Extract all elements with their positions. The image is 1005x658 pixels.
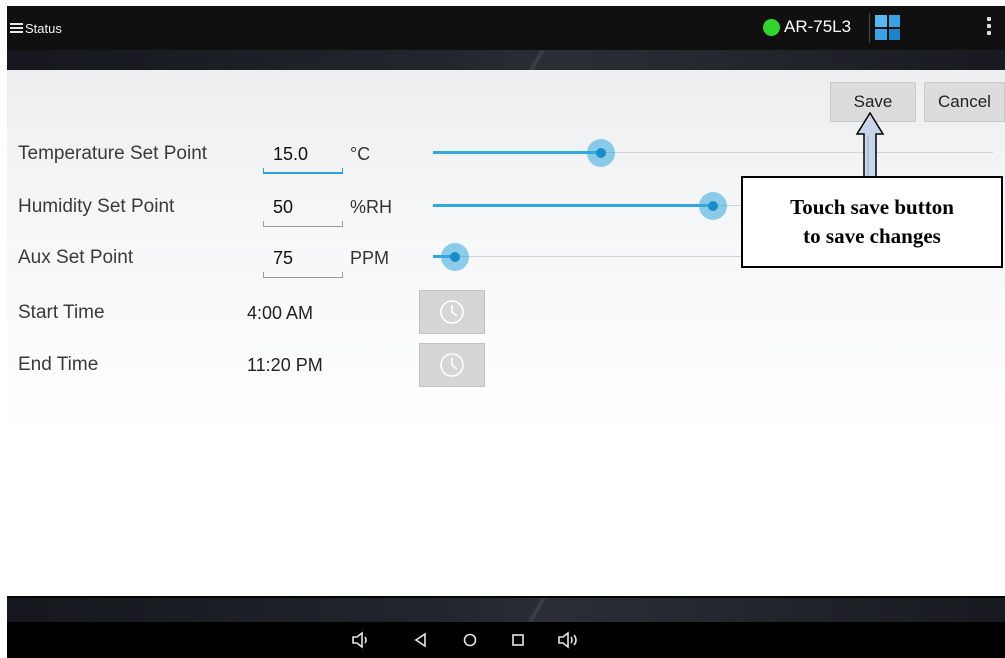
- clock-icon: [440, 300, 464, 324]
- start-time-value: 4:00 AM: [247, 303, 314, 323]
- temperature-setpoint-label: Temperature Set Point: [18, 143, 208, 164]
- overflow-menu-icon[interactable]: [985, 17, 993, 39]
- cancel-button[interactable]: Cancel: [924, 82, 1005, 122]
- status-menu-button[interactable]: Status: [10, 18, 62, 38]
- recents-icon[interactable]: [505, 627, 531, 653]
- aux-unit: PPM: [350, 248, 390, 268]
- slider-fill: [433, 204, 713, 207]
- end-time-value: 11:20 PM: [247, 355, 323, 375]
- header-strip: [7, 50, 1005, 70]
- start-time-picker-button[interactable]: [419, 290, 485, 334]
- slider-fill: [433, 151, 601, 154]
- humidity-unit: %RH: [350, 197, 393, 217]
- up-arrow-icon: [855, 112, 885, 182]
- slider-thumb[interactable]: [441, 243, 469, 271]
- callout-line-1: Touch save button: [790, 195, 954, 219]
- callout-line-2: to save changes: [803, 224, 941, 248]
- divider: [869, 13, 870, 43]
- connection-status-icon: [763, 19, 780, 36]
- footer-strip: [7, 596, 1005, 622]
- aux-setpoint-input[interactable]: [263, 242, 343, 274]
- status-label: Status: [25, 20, 62, 36]
- home-icon[interactable]: [457, 627, 483, 653]
- slider-thumb[interactable]: [699, 192, 727, 220]
- start-time-label: Start Time: [18, 302, 105, 323]
- temperature-setpoint-field[interactable]: [263, 138, 343, 174]
- temperature-setpoint-input[interactable]: [263, 138, 343, 170]
- device-name: AR-75L3: [784, 17, 852, 36]
- temperature-slider[interactable]: [433, 138, 993, 168]
- system-nav-bar: [7, 622, 1005, 658]
- temperature-unit: °C: [350, 144, 371, 164]
- back-icon[interactable]: [408, 627, 434, 653]
- hamburger-icon: [10, 23, 23, 33]
- volume-down-icon[interactable]: [347, 627, 373, 653]
- windows-tiles-icon[interactable]: [875, 15, 900, 40]
- app-window: Status AR-75L3 Save Cancel Temperature S…: [7, 6, 1005, 658]
- end-time-label: End Time: [18, 354, 99, 375]
- humidity-setpoint-label: Humidity Set Point: [18, 196, 175, 217]
- aux-setpoint-field[interactable]: [263, 242, 343, 278]
- slider-thumb[interactable]: [587, 139, 615, 167]
- humidity-setpoint-field[interactable]: [263, 191, 343, 227]
- action-bar: Status AR-75L3: [7, 6, 1005, 50]
- save-hint-callout: Touch save button to save changes: [741, 176, 1003, 268]
- clock-icon: [440, 353, 464, 377]
- humidity-setpoint-input[interactable]: [263, 191, 343, 223]
- volume-up-icon[interactable]: [555, 627, 581, 653]
- aux-setpoint-label: Aux Set Point: [18, 247, 134, 268]
- end-time-picker-button[interactable]: [419, 343, 485, 387]
